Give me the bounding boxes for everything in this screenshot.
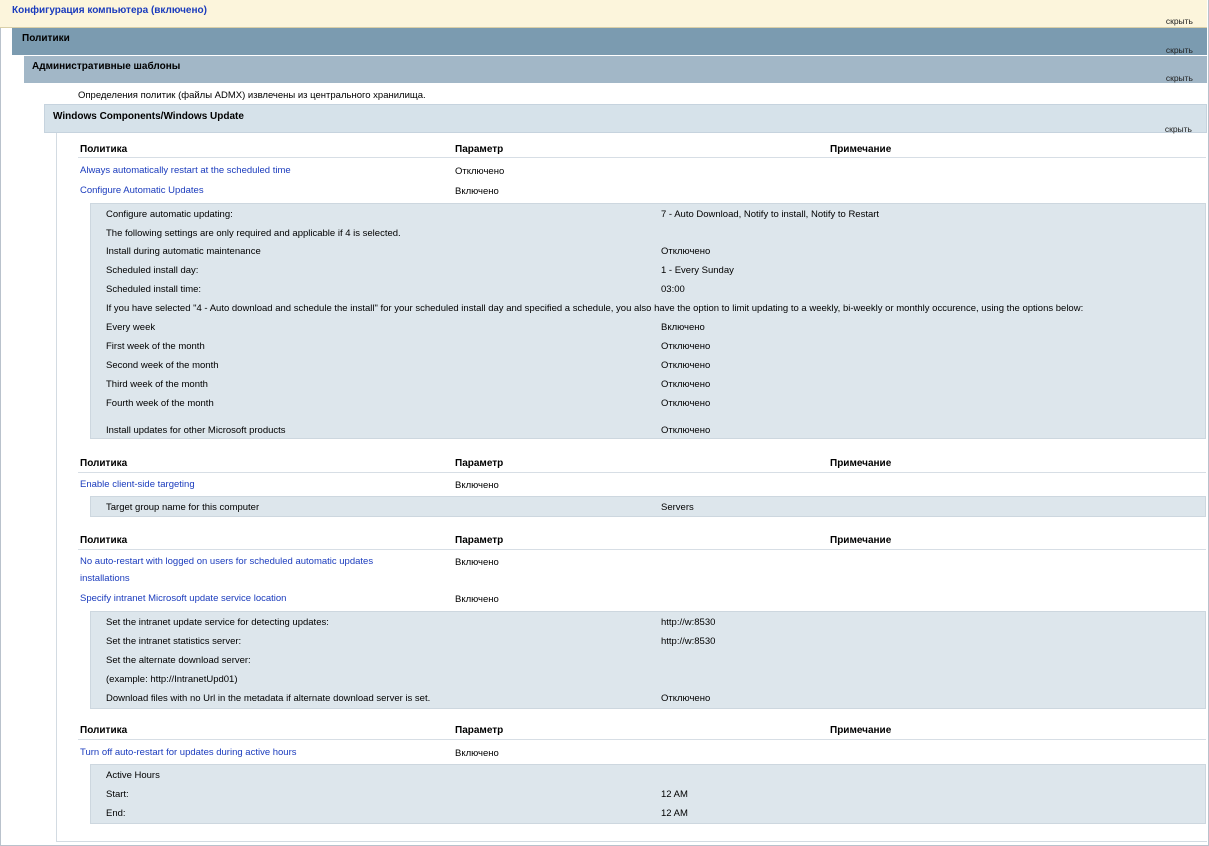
detail-value: http://w:8530 [661, 636, 716, 647]
detail-label: The following settings are only required… [106, 228, 401, 239]
col-comment-header: Примечание [830, 535, 892, 546]
policy-value: Включено [455, 594, 499, 605]
detail-label: First week of the month [106, 341, 205, 352]
detail-value: 12 AM [661, 808, 688, 819]
policy-link-configure-au[interactable]: Configure Automatic Updates [80, 182, 204, 199]
policy-value: Включено [455, 748, 499, 759]
detail-label: End: [106, 808, 126, 819]
detail-label: Install during automatic maintenance [106, 246, 261, 257]
detail-value: Отключено [661, 693, 711, 704]
col-setting-header: Параметр [455, 144, 504, 155]
detail-value: http://w:8530 [661, 617, 716, 628]
detail-value: 03:00 [661, 284, 685, 295]
detail-label: Set the intranet update service for dete… [106, 617, 329, 628]
col-policy-header: Политика [80, 725, 128, 736]
detail-value: Отключено [661, 360, 711, 371]
policy-details-panel [90, 764, 1206, 824]
detail-value: 7 - Auto Download, Notify to install, No… [661, 209, 880, 220]
detail-value: 12 AM [661, 789, 688, 800]
detail-label: Scheduled install time: [106, 284, 202, 295]
detail-label: Configure automatic updating: [106, 209, 233, 220]
category-header: Windows Components/Windows Update скрыть [44, 104, 1207, 134]
detail-label: Third week of the month [106, 379, 208, 390]
hide-computer-config-link[interactable]: скрыть [1166, 16, 1193, 26]
policy-link-active-hours[interactable]: Turn off auto-restart for updates during… [80, 744, 297, 761]
detail-label: Download files with no Url in the metada… [106, 693, 431, 704]
detail-label: Install updates for other Microsoft prod… [106, 425, 286, 436]
col-policy-header: Политика [80, 144, 128, 155]
hide-policies-link[interactable]: скрыть [1166, 45, 1193, 55]
policy-link-intranet-location[interactable]: Specify intranet Microsoft update servic… [80, 590, 286, 607]
detail-label: Target group name for this computer [106, 502, 260, 513]
admin-templates-title: Административные шаблоны [32, 61, 181, 72]
detail-value: Отключено [661, 341, 711, 352]
hide-admin-templates-link[interactable]: скрыть [1166, 73, 1193, 83]
computer-config-header: Конфигурация компьютера (включено) скрыт… [0, 0, 1207, 28]
detail-value: Отключено [661, 398, 711, 409]
policy-link-always-restart[interactable]: Always automatically restart at the sche… [80, 162, 291, 179]
col-policy-header: Политика [80, 535, 128, 546]
detail-label: If you have selected "4 - Auto download … [106, 303, 1084, 314]
detail-label: Set the intranet statistics server: [106, 636, 242, 647]
detail-label: Fourth week of the month [106, 398, 214, 409]
policy-value: Включено [455, 186, 499, 197]
col-comment-header: Примечание [830, 725, 892, 736]
col-policy-header: Политика [80, 458, 128, 469]
category-title: Windows Components/Windows Update [53, 111, 244, 122]
policy-link-no-auto-restart-cont[interactable]: installations [80, 570, 130, 587]
detail-label: Set the alternate download server: [106, 655, 251, 666]
detail-label: Second week of the month [106, 360, 219, 371]
detail-label: (example: http://IntranetUpd01) [106, 674, 238, 685]
detail-label: Start: [106, 789, 129, 800]
detail-label: Active Hours [106, 770, 160, 781]
policy-link-no-auto-restart[interactable]: No auto-restart with logged on users for… [80, 553, 373, 570]
policy-value: Отключено [455, 166, 505, 177]
admin-templates-header: Административные шаблоны скрыть [24, 56, 1207, 83]
policy-link-client-targeting[interactable]: Enable client-side targeting [80, 476, 195, 493]
header-divider [78, 549, 1206, 550]
policies-header: Политики скрыть [12, 28, 1207, 55]
header-divider [78, 157, 1206, 158]
detail-value: Отключено [661, 379, 711, 390]
computer-config-title: Конфигурация компьютера (включено) [12, 5, 207, 16]
col-comment-header: Примечание [830, 458, 892, 469]
policies-title: Политики [22, 33, 70, 44]
col-setting-header: Параметр [455, 458, 504, 469]
col-setting-header: Параметр [455, 535, 504, 546]
policy-value: Включено [455, 557, 499, 568]
detail-label: Scheduled install day: [106, 265, 199, 276]
detail-value: Включено [661, 322, 705, 333]
detail-label: Every week [106, 322, 156, 333]
detail-value: Отключено [661, 246, 711, 257]
detail-value: Servers [661, 502, 694, 513]
col-comment-header: Примечание [830, 144, 892, 155]
policy-value: Включено [455, 480, 499, 491]
detail-value: Отключено [661, 425, 711, 436]
header-divider [78, 739, 1206, 740]
detail-value: 1 - Every Sunday [661, 265, 734, 276]
header-divider [78, 472, 1206, 473]
admx-note: Определения политик (файлы ADMX) извлече… [78, 90, 426, 101]
col-setting-header: Параметр [455, 725, 504, 736]
